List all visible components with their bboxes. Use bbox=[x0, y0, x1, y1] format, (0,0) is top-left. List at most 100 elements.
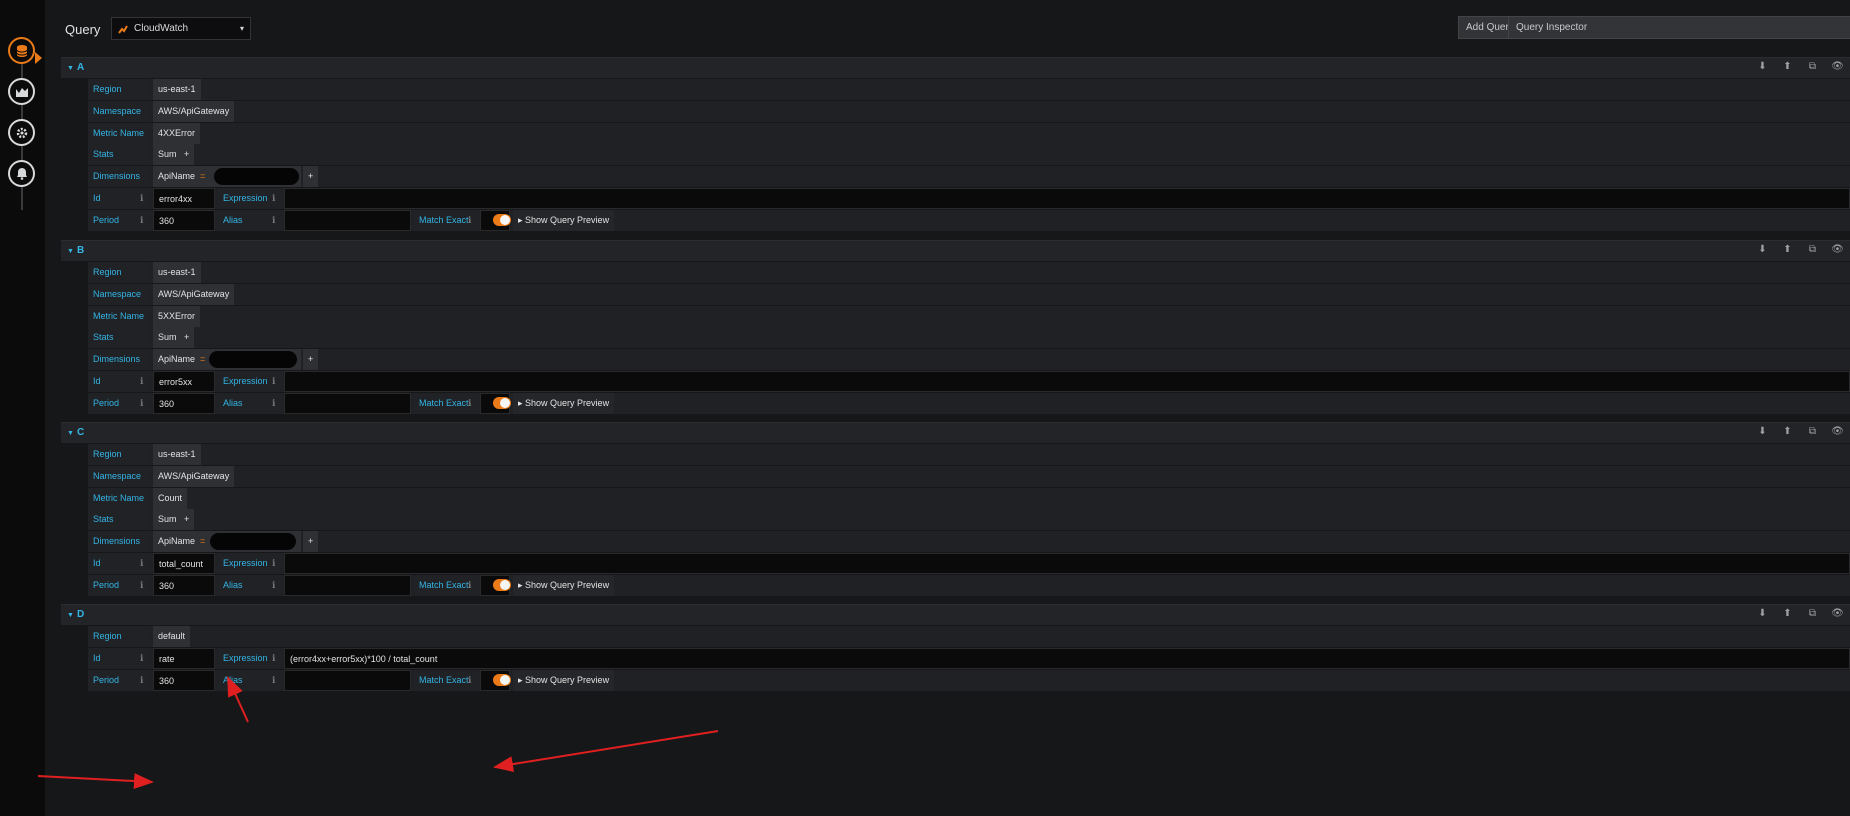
duplicate-icon[interactable]: ⧉ bbox=[1800, 61, 1825, 72]
show-query-preview-button[interactable]: ▸ Show Query Preview bbox=[513, 210, 615, 231]
period-input[interactable]: 360 bbox=[153, 393, 215, 414]
add-stat-button[interactable]: + bbox=[179, 327, 195, 348]
move-down-icon[interactable]: ⬇ bbox=[1750, 608, 1775, 619]
namespace-label: Namespace bbox=[88, 284, 150, 305]
region-segment[interactable]: us-east-1 bbox=[153, 262, 201, 283]
eye-icon[interactable]: 👁 bbox=[1825, 244, 1850, 255]
cloudwatch-icon bbox=[118, 24, 128, 34]
show-query-preview-button[interactable]: ▸ Show Query Preview bbox=[513, 575, 615, 596]
id-input[interactable]: total_count bbox=[153, 553, 215, 574]
match-exact-toggle[interactable] bbox=[493, 214, 511, 226]
duplicate-icon[interactable]: ⧉ bbox=[1800, 426, 1825, 437]
bell-icon[interactable] bbox=[8, 160, 35, 187]
redaction bbox=[210, 533, 296, 550]
chevron-down-icon: ▾ bbox=[239, 24, 244, 33]
expression-input[interactable] bbox=[284, 188, 1850, 209]
period-input[interactable]: 360 bbox=[153, 210, 215, 231]
region-segment[interactable]: us-east-1 bbox=[153, 444, 201, 465]
move-up-icon[interactable]: ⬆ bbox=[1775, 608, 1800, 619]
gear-icon[interactable] bbox=[8, 119, 35, 146]
metric-label: Metric Name bbox=[88, 488, 150, 509]
stats-row: Stats Sum + bbox=[88, 509, 1850, 530]
eye-icon[interactable]: 👁 bbox=[1825, 426, 1850, 437]
add-stat-button[interactable]: + bbox=[179, 144, 195, 165]
eye-icon[interactable]: 👁 bbox=[1825, 608, 1850, 619]
show-query-preview-label: Show Query Preview bbox=[525, 675, 610, 685]
collapse-icon[interactable]: ▼ bbox=[67, 248, 74, 255]
query-letter: B bbox=[76, 245, 85, 256]
add-dimension-button[interactable]: + bbox=[303, 531, 319, 552]
namespace-segment[interactable]: AWS/ApiGateway bbox=[153, 466, 235, 487]
match-exact-toggle[interactable] bbox=[493, 674, 511, 686]
match-exact-toggle[interactable] bbox=[493, 579, 511, 591]
info-icon: ℹ bbox=[140, 398, 144, 408]
stat-segment[interactable]: Sum bbox=[153, 327, 182, 348]
database-icon[interactable] bbox=[8, 37, 35, 64]
duplicate-icon[interactable]: ⧉ bbox=[1800, 244, 1825, 255]
expression-input[interactable] bbox=[284, 371, 1850, 392]
alias-input[interactable] bbox=[284, 575, 411, 596]
expression-input[interactable] bbox=[284, 553, 1850, 574]
dimension-key[interactable]: ApiName bbox=[153, 349, 201, 370]
datasource-picker[interactable]: CloudWatch ▾ bbox=[111, 17, 251, 40]
query-editor: Query CloudWatch ▾ Add Query Query Inspe… bbox=[45, 0, 1850, 816]
alias-input[interactable] bbox=[284, 393, 411, 414]
query-header[interactable]: ▼ B ⬇ ⬆ ⧉ 👁 bbox=[61, 240, 1850, 261]
active-indicator-icon bbox=[35, 52, 42, 64]
metric-row: Metric Name 4XXError bbox=[88, 123, 1850, 144]
info-icon: ℹ bbox=[272, 675, 276, 685]
id-input[interactable]: rate bbox=[153, 648, 215, 669]
query-header[interactable]: ▼ D ⬇ ⬆ ⧉ 👁 bbox=[61, 604, 1850, 625]
visualization-icon[interactable] bbox=[8, 78, 35, 105]
add-dimension-button[interactable]: + bbox=[303, 166, 319, 187]
show-query-preview-button[interactable]: ▸ Show Query Preview bbox=[513, 393, 615, 414]
stats-label: Stats bbox=[88, 144, 150, 165]
stats-label: Stats bbox=[88, 509, 150, 530]
namespace-label: Namespace bbox=[88, 101, 150, 122]
period-row: Period ℹ 360 Alias ℹ Match Exact ℹ ▸ Sho… bbox=[88, 393, 1850, 414]
move-up-icon[interactable]: ⬆ bbox=[1775, 426, 1800, 437]
move-down-icon[interactable]: ⬇ bbox=[1750, 426, 1775, 437]
namespace-segment[interactable]: AWS/ApiGateway bbox=[153, 284, 235, 305]
collapse-icon[interactable]: ▼ bbox=[67, 65, 74, 72]
stat-segment[interactable]: Sum bbox=[153, 144, 182, 165]
metric-segment[interactable]: Count bbox=[153, 488, 188, 509]
dimension-key[interactable]: ApiName bbox=[153, 531, 201, 552]
match-exact-toggle[interactable] bbox=[493, 397, 511, 409]
move-down-icon[interactable]: ⬇ bbox=[1750, 244, 1775, 255]
alias-input[interactable] bbox=[284, 210, 411, 231]
region-segment[interactable]: default bbox=[153, 626, 191, 647]
show-query-preview-button[interactable]: ▸ Show Query Preview bbox=[513, 670, 615, 691]
id-input[interactable]: error5xx bbox=[153, 371, 215, 392]
add-stat-button[interactable]: + bbox=[179, 509, 195, 530]
period-input[interactable]: 360 bbox=[153, 575, 215, 596]
expression-input[interactable]: (error4xx+error5xx)*100 / total_count bbox=[284, 648, 1850, 669]
info-icon: ℹ bbox=[272, 653, 276, 663]
info-icon: ℹ bbox=[468, 215, 472, 225]
query-header[interactable]: ▼ C ⬇ ⬆ ⧉ 👁 bbox=[61, 422, 1850, 443]
collapse-icon[interactable]: ▼ bbox=[67, 430, 74, 437]
eye-icon[interactable]: 👁 bbox=[1825, 61, 1850, 72]
id-row: Id ℹ total_count Expression ℹ bbox=[88, 553, 1850, 574]
info-icon: ℹ bbox=[140, 193, 144, 203]
collapse-icon[interactable]: ▼ bbox=[67, 612, 74, 619]
duplicate-icon[interactable]: ⧉ bbox=[1800, 608, 1825, 619]
move-up-icon[interactable]: ⬆ bbox=[1775, 61, 1800, 72]
stat-segment[interactable]: Sum bbox=[153, 509, 182, 530]
info-icon: ℹ bbox=[140, 653, 144, 663]
move-down-icon[interactable]: ⬇ bbox=[1750, 61, 1775, 72]
alias-input[interactable] bbox=[284, 670, 411, 691]
namespace-segment[interactable]: AWS/ApiGateway bbox=[153, 101, 235, 122]
period-input[interactable]: 360 bbox=[153, 670, 215, 691]
metric-segment[interactable]: 5XXError bbox=[153, 306, 201, 327]
metric-segment[interactable]: 4XXError bbox=[153, 123, 201, 144]
id-input[interactable]: error4xx bbox=[153, 188, 215, 209]
move-up-icon[interactable]: ⬆ bbox=[1775, 244, 1800, 255]
dimension-key[interactable]: ApiName bbox=[153, 166, 201, 187]
query-inspector-button[interactable]: Query Inspector bbox=[1508, 16, 1850, 39]
query-header[interactable]: ▼ A ⬇ ⬆ ⧉ 👁 bbox=[61, 57, 1850, 78]
add-dimension-button[interactable]: + bbox=[303, 349, 319, 370]
region-segment[interactable]: us-east-1 bbox=[153, 79, 201, 100]
info-icon: ℹ bbox=[140, 580, 144, 590]
region-label: Region bbox=[88, 626, 150, 647]
